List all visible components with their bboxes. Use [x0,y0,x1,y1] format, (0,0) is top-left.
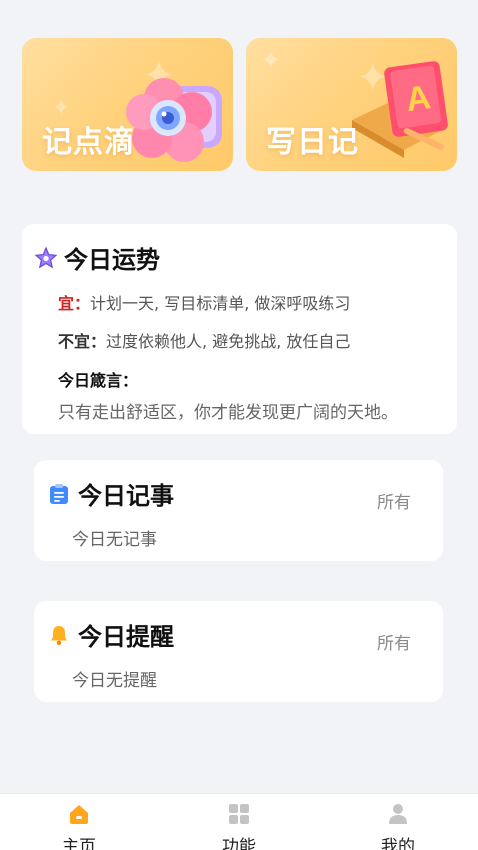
fortune-good-row: 宜：计划一天, 写目标清单, 做深呼吸练习 [58,290,350,314]
quote-text: 只有走出舒适区，你才能发现更广阔的天地。 [58,403,398,423]
grid-icon [229,804,249,824]
bad-label: 不宜： [58,332,107,351]
sparkle-decoration: ✦ [260,46,282,76]
tab-functions[interactable]: 功能 [199,802,279,850]
tab-mine-label: 我的 [381,837,415,850]
good-label: 宜： [58,294,91,313]
today-memo-card[interactable]: 今日记事 所有 今日无记事 [34,460,443,561]
write-diary-title: 写日记 [266,125,359,160]
reminder-all-link[interactable]: 所有 [377,629,411,654]
memo-all-link[interactable]: 所有 [377,488,411,513]
bad-text: 过度依赖他人, 避免挑战, 放任自己 [106,332,351,351]
memo-title: 今日记事 [78,482,174,510]
memo-empty-text: 今日无记事 [72,530,157,550]
memo-header: 今日记事 [48,476,174,511]
clipboard-icon [50,483,68,504]
daily-fortune-panel: 今日运势 宜：计划一天, 写目标清单, 做深呼吸练习 不宜：过度依赖他人, 避免… [22,224,457,434]
tab-mine[interactable]: 我的 [358,802,438,850]
good-text: 计划一天, 写目标清单, 做深呼吸练习 [90,294,351,313]
svg-text:A: A [403,78,433,119]
fortune-title: 今日运势 [64,246,160,274]
record-moments-title: 记点滴 [42,125,135,160]
tab-functions-label: 功能 [222,837,256,850]
user-icon [389,804,407,824]
reminder-title: 今日提醒 [78,623,174,651]
fortune-bad-row: 不宜：过度依赖他人, 避免挑战, 放任自己 [58,328,350,352]
reminder-header: 今日提醒 [48,617,174,652]
write-diary-card[interactable]: ✦ ✦ A 写日记 [246,38,457,171]
tab-home-label: 主页 [62,837,96,850]
fortune-header: 今日运势 [34,240,160,275]
tab-home[interactable]: 主页 [39,802,119,850]
reminder-empty-text: 今日无提醒 [72,671,157,691]
record-moments-card[interactable]: ✦ ✦ 记点滴 [22,38,233,171]
home-icon [70,805,88,824]
bottom-tab-bar: 主页 功能 我的 [0,793,478,850]
star-icon [34,245,58,268]
bell-icon [51,625,67,645]
today-reminder-card[interactable]: 今日提醒 所有 今日无提醒 [34,601,443,702]
camera-icon [126,78,222,162]
quote-label: 今日箴言： [58,371,139,390]
